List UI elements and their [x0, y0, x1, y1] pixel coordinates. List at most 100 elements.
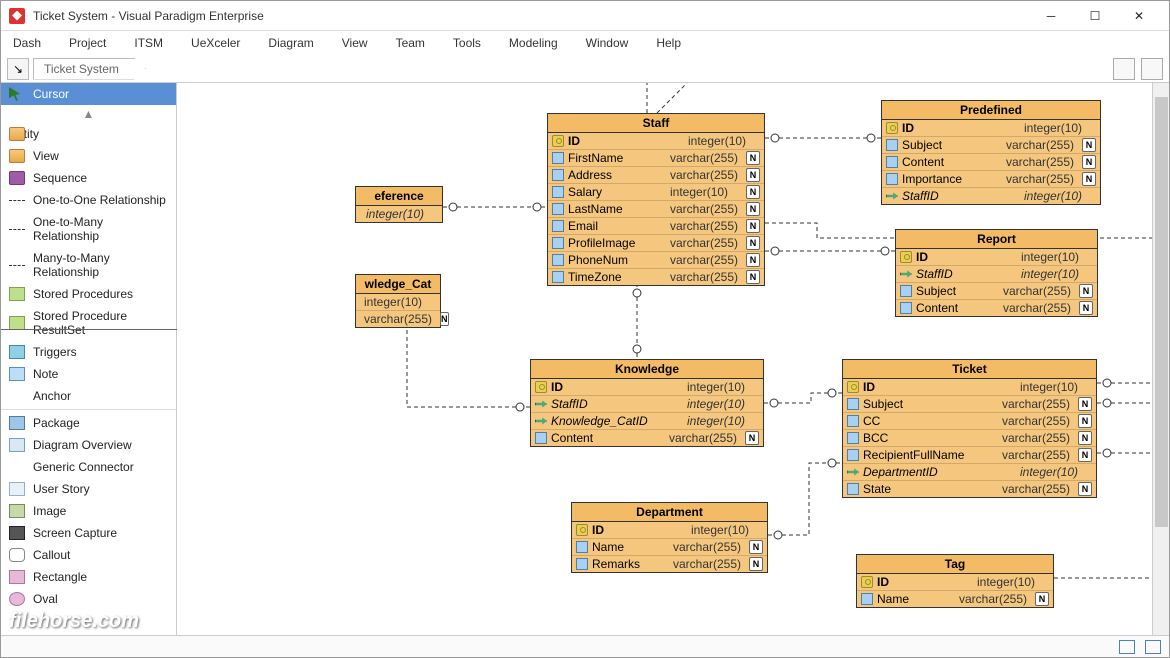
- entity-column[interactable]: Knowledge_CatIDinteger(10): [531, 413, 763, 430]
- palette-oval[interactable]: Oval: [1, 588, 176, 610]
- entity-column[interactable]: DepartmentIDinteger(10): [843, 464, 1096, 481]
- entity-column[interactable]: Contentvarchar(255)N: [882, 154, 1100, 171]
- column-type: integer(10): [687, 414, 759, 428]
- menu-team[interactable]: Team: [396, 36, 425, 50]
- entity-wledge_cat[interactable]: wledge_Catinteger(10)varchar(255)N: [355, 274, 441, 328]
- entity-column[interactable]: StaffIDinteger(10): [882, 188, 1100, 204]
- entity-column[interactable]: Subjectvarchar(255)N: [843, 396, 1096, 413]
- entity-column[interactable]: IDinteger(10): [896, 249, 1097, 266]
- menu-tools[interactable]: Tools: [453, 36, 481, 50]
- menu-uexceler[interactable]: UeXceler: [191, 36, 240, 50]
- palette-package[interactable]: Package: [1, 412, 176, 434]
- menu-dash[interactable]: Dash: [13, 36, 41, 50]
- entity-column[interactable]: IDinteger(10): [572, 522, 767, 539]
- entity-column[interactable]: TimeZonevarchar(255)N: [548, 269, 764, 285]
- minimize-button[interactable]: ─: [1029, 2, 1073, 30]
- palette-sequence[interactable]: Sequence: [1, 167, 176, 189]
- entity-column[interactable]: StaffIDinteger(10): [531, 396, 763, 413]
- mail-icon[interactable]: [1119, 640, 1135, 654]
- entity-eference[interactable]: eferenceinteger(10): [355, 186, 443, 223]
- entity-column[interactable]: BCCvarchar(255)N: [843, 430, 1096, 447]
- column-type: varchar(255): [670, 151, 742, 165]
- entity-column[interactable]: IDinteger(10): [548, 133, 764, 150]
- entity-column[interactable]: Subjectvarchar(255)N: [896, 283, 1097, 300]
- entity-column[interactable]: Subjectvarchar(255)N: [882, 137, 1100, 154]
- palette-triggers[interactable]: Triggers: [1, 341, 176, 363]
- palette-diagram-overview[interactable]: Diagram Overview: [1, 434, 176, 456]
- menu-itsm[interactable]: ITSM: [134, 36, 163, 50]
- palette-stored-procedure-resultset[interactable]: Stored Procedure ResultSet: [1, 305, 176, 341]
- palette-screen-capture[interactable]: Screen Capture: [1, 522, 176, 544]
- entity-column[interactable]: StaffIDinteger(10): [896, 266, 1097, 283]
- entity-column[interactable]: Namevarchar(255)N: [572, 539, 767, 556]
- entity-column[interactable]: LastNamevarchar(255)N: [548, 201, 764, 218]
- palette-anchor[interactable]: Anchor: [1, 385, 176, 407]
- col-icon: [900, 302, 912, 314]
- menu-diagram[interactable]: Diagram: [268, 36, 313, 50]
- close-button[interactable]: ✕: [1117, 2, 1161, 30]
- menu-project[interactable]: Project: [69, 36, 106, 50]
- menu-modeling[interactable]: Modeling: [509, 36, 558, 50]
- menu-window[interactable]: Window: [586, 36, 629, 50]
- palette-user-story[interactable]: User Story: [1, 478, 176, 500]
- palette-entity[interactable]: Entity: [1, 123, 176, 145]
- palette-label: Note: [33, 367, 58, 381]
- entity-column[interactable]: IDinteger(10): [857, 574, 1053, 591]
- breadcrumb[interactable]: Ticket System: [33, 58, 146, 80]
- palette-generic-connector[interactable]: Generic Connector: [1, 456, 176, 478]
- palette-one-to-many-relationship[interactable]: One-to-Many Relationship: [1, 211, 176, 247]
- palette-stored-procedures[interactable]: Stored Procedures: [1, 283, 176, 305]
- nullable-badge: N: [746, 151, 760, 165]
- menu-view[interactable]: View: [342, 36, 368, 50]
- palette-view[interactable]: View: [1, 145, 176, 167]
- entity-column[interactable]: CCvarchar(255)N: [843, 413, 1096, 430]
- entity-column[interactable]: Addressvarchar(255)N: [548, 167, 764, 184]
- palette-many-to-many-relationship[interactable]: Many-to-Many Relationship: [1, 247, 176, 283]
- maximize-button[interactable]: ☐: [1073, 2, 1117, 30]
- palette-one-to-one-relationship[interactable]: One-to-One Relationship: [1, 189, 176, 211]
- entity-column[interactable]: ProfileImagevarchar(255)N: [548, 235, 764, 252]
- entity-column[interactable]: RecipientFullNamevarchar(255)N: [843, 447, 1096, 464]
- entity-column[interactable]: IDinteger(10): [843, 379, 1096, 396]
- column-name: ID: [863, 380, 1016, 394]
- entity-column[interactable]: FirstNamevarchar(255)N: [548, 150, 764, 167]
- nullable-badge: N: [1078, 414, 1092, 428]
- entity-column[interactable]: Statevarchar(255)N: [843, 481, 1096, 497]
- entity-knowledge[interactable]: KnowledgeIDinteger(10)StaffIDinteger(10)…: [530, 359, 764, 447]
- entity-column[interactable]: Remarksvarchar(255)N: [572, 556, 767, 572]
- entity-ticket[interactable]: TicketIDinteger(10)Subjectvarchar(255)NC…: [842, 359, 1097, 498]
- entity-column[interactable]: integer(10): [356, 206, 442, 222]
- entity-column[interactable]: PhoneNumvarchar(255)N: [548, 252, 764, 269]
- layout-tool-icon[interactable]: [1113, 58, 1135, 80]
- entity-column[interactable]: Emailvarchar(255)N: [548, 218, 764, 235]
- entity-column[interactable]: Namevarchar(255)N: [857, 591, 1053, 607]
- diagram-canvas[interactable]: StaffIDinteger(10)FirstNamevarchar(255)N…: [177, 83, 1169, 635]
- entity-report[interactable]: ReportIDinteger(10)StaffIDinteger(10)Sub…: [895, 229, 1098, 317]
- entity-staff[interactable]: StaffIDinteger(10)FirstNamevarchar(255)N…: [547, 113, 765, 286]
- entity-column[interactable]: varchar(255)N: [356, 311, 440, 327]
- entity-tag[interactable]: TagIDinteger(10)Namevarchar(255)N: [856, 554, 1054, 608]
- entity-column[interactable]: IDinteger(10): [882, 120, 1100, 137]
- column-type: varchar(255): [670, 219, 742, 233]
- entity-department[interactable]: DepartmentIDinteger(10)Namevarchar(255)N…: [571, 502, 768, 573]
- entity-column[interactable]: Contentvarchar(255)N: [896, 300, 1097, 316]
- palette-note[interactable]: Note: [1, 363, 176, 385]
- entity-column[interactable]: integer(10): [356, 294, 440, 311]
- entity-column[interactable]: Contentvarchar(255)N: [531, 430, 763, 446]
- fk-icon: [535, 415, 547, 427]
- palette-collapse[interactable]: ▲: [1, 105, 176, 123]
- new-diagram-icon[interactable]: [1141, 58, 1163, 80]
- entity-column[interactable]: Importancevarchar(255)N: [882, 171, 1100, 188]
- palette-rectangle[interactable]: Rectangle: [1, 566, 176, 588]
- palette-image[interactable]: Image: [1, 500, 176, 522]
- cap-icon: [9, 526, 25, 540]
- nav-back-button[interactable]: ↘: [7, 58, 29, 80]
- vertical-scrollbar[interactable]: [1152, 83, 1169, 635]
- menu-help[interactable]: Help: [656, 36, 681, 50]
- chat-icon[interactable]: [1145, 640, 1161, 654]
- palette-cursor[interactable]: Cursor: [1, 83, 176, 105]
- entity-column[interactable]: Salaryinteger(10)N: [548, 184, 764, 201]
- entity-column[interactable]: IDinteger(10): [531, 379, 763, 396]
- entity-predefined[interactable]: PredefinedIDinteger(10)Subjectvarchar(25…: [881, 100, 1101, 205]
- palette-callout[interactable]: Callout: [1, 544, 176, 566]
